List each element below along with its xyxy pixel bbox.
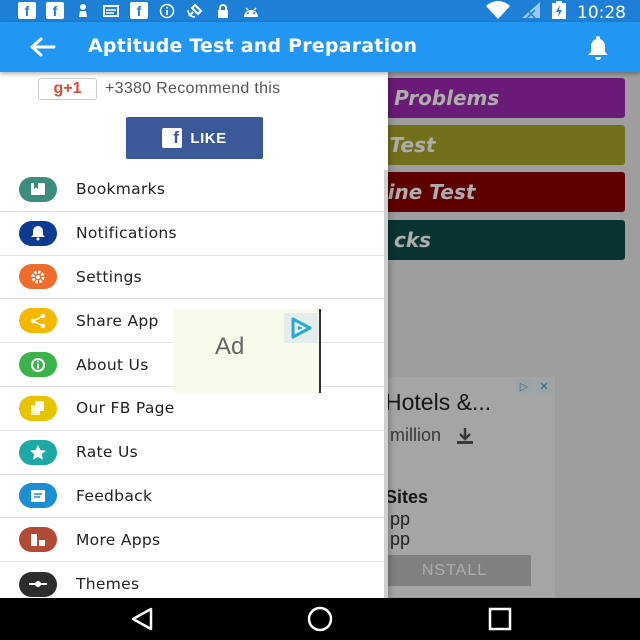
menu-item-our-fb-page[interactable]: Our FB Page <box>0 387 388 431</box>
theme-icon <box>19 571 57 597</box>
menu-item-label: Rate Us <box>76 443 138 462</box>
nav-home-button[interactable] <box>305 606 335 632</box>
menu-item-label: Notifications <box>76 224 177 243</box>
menu-item-label: Feedback <box>76 486 153 505</box>
cast-icon <box>102 2 120 19</box>
menu-item-rate-us[interactable]: Rate Us <box>0 431 388 475</box>
page-title: Aptitude Test and Preparation <box>88 35 418 57</box>
feedback-icon <box>19 483 57 509</box>
nav-recents-button[interactable] <box>485 606 515 632</box>
info-icon <box>158 2 176 19</box>
satellite-icon <box>186 2 204 19</box>
back-arrow-icon <box>30 37 56 57</box>
bell-icon <box>588 36 608 60</box>
star-icon <box>19 439 57 465</box>
share-icon <box>19 308 57 334</box>
facebook-like-button[interactable]: f LIKE <box>126 117 263 159</box>
like-label: LIKE <box>190 129 227 147</box>
back-triangle-icon <box>131 607 153 631</box>
notifications-button[interactable] <box>584 34 612 60</box>
bookmark-icon <box>19 176 57 202</box>
nav-back-button[interactable] <box>127 606 157 632</box>
facebook-icon: f <box>130 2 148 19</box>
menu-item-feedback[interactable]: Feedback <box>0 475 388 519</box>
menu-item-label: Settings <box>76 267 142 286</box>
menu-item-settings[interactable]: Settings <box>0 256 388 300</box>
gplus-count: +3380 Recommend this <box>105 80 281 97</box>
menu-item-more-apps[interactable]: More Apps <box>0 518 388 563</box>
clock: 10:28 <box>577 2 626 23</box>
signal-icon <box>521 1 541 24</box>
menu-item-label: More Apps <box>76 530 161 549</box>
pages-icon <box>19 395 57 421</box>
info-icon <box>19 352 57 378</box>
status-bar: f f f 10:28 <box>0 0 640 24</box>
floating-ad[interactable]: Ad <box>174 309 321 393</box>
menu-item-notifications[interactable]: Notifications <box>0 212 388 256</box>
menu-item-label: Themes <box>76 575 140 594</box>
recents-square-icon <box>488 607 512 631</box>
drawer-scrollbar[interactable] <box>384 170 388 598</box>
android-icon <box>242 2 260 19</box>
lock-icon <box>214 2 232 19</box>
gear-icon <box>19 264 57 290</box>
notification-icons: f f f <box>18 2 260 19</box>
menu-item-label: Our FB Page <box>76 399 175 418</box>
menu-item-themes[interactable]: Themes <box>0 562 388 598</box>
gplus-button[interactable]: g+1 <box>38 78 97 100</box>
home-circle-icon <box>307 606 333 632</box>
system-nav-bar <box>0 598 640 640</box>
wifi-icon <box>485 1 511 24</box>
app-bar: Aptitude Test and Preparation <box>0 22 640 72</box>
system-icons: 10:28 <box>485 1 626 24</box>
back-arrow-button[interactable] <box>26 32 60 62</box>
menu-item-bookmarks[interactable]: Bookmarks <box>0 168 388 212</box>
ad-choices-icon[interactable] <box>284 313 318 343</box>
ad-label: Ad <box>215 333 245 360</box>
bell-icon <box>19 220 57 246</box>
chess-pawn-icon <box>74 2 92 19</box>
facebook-icon: f <box>46 2 64 19</box>
menu-item-label: About Us <box>76 355 149 374</box>
menu-item-label: Bookmarks <box>76 180 166 199</box>
menu-item-label: Share App <box>76 311 159 330</box>
gplus-recommend: g+1 +3380 Recommend this <box>38 78 280 100</box>
apps-icon <box>19 527 57 553</box>
facebook-icon: f <box>18 2 36 19</box>
battery-charging-icon <box>551 1 567 24</box>
facebook-icon: f <box>162 128 183 148</box>
